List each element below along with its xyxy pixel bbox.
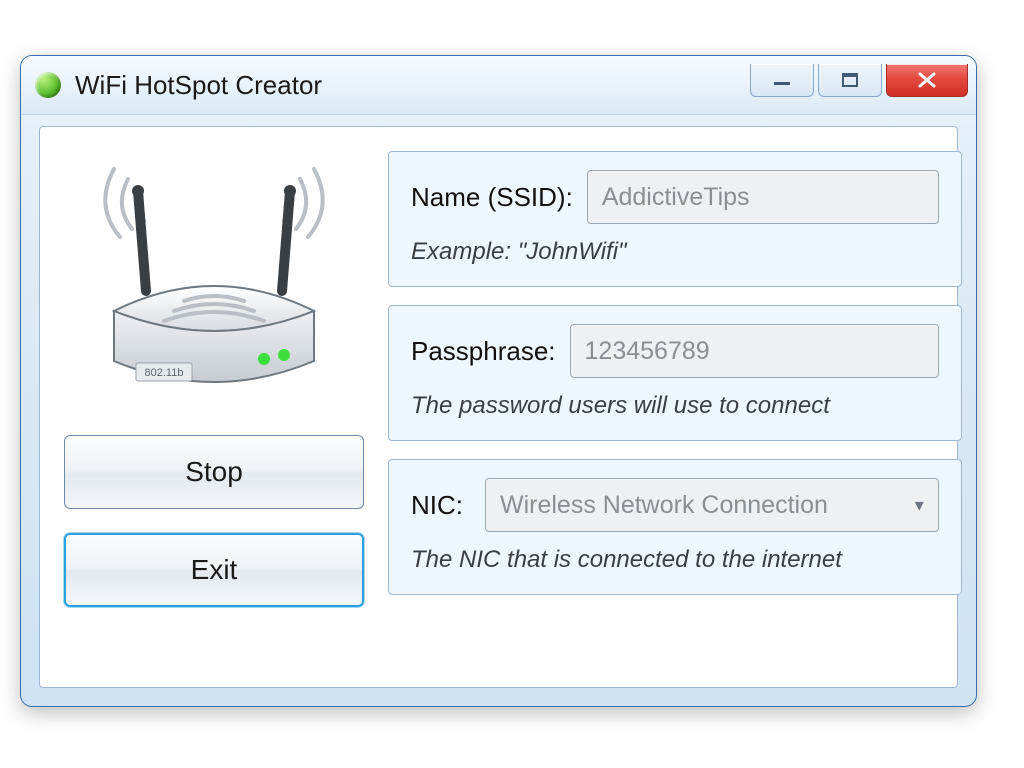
maximize-button[interactable]	[818, 64, 882, 97]
router-icon: 802.11b	[74, 151, 354, 411]
passphrase-input[interactable]	[570, 324, 939, 378]
close-button[interactable]	[886, 64, 968, 97]
stop-button[interactable]: Stop	[64, 435, 364, 509]
close-icon	[915, 72, 939, 88]
nic-label: NIC:	[411, 490, 471, 521]
window-title: WiFi HotSpot Creator	[75, 70, 750, 101]
client-area: 802.11b Stop Exit Name (SSID): Example: …	[39, 126, 958, 688]
chevron-down-icon: ▾	[915, 495, 924, 516]
titlebar[interactable]: WiFi HotSpot Creator	[21, 56, 976, 115]
exit-button[interactable]: Exit	[64, 533, 364, 607]
ssid-hint: Example: "JohnWifi"	[411, 238, 939, 266]
app-icon	[35, 72, 61, 98]
nic-select[interactable]: Wireless Network Connection ▾	[485, 478, 939, 532]
minimize-icon	[771, 73, 793, 87]
window-controls	[750, 64, 968, 97]
nic-panel: NIC: Wireless Network Connection ▾ The N…	[388, 459, 962, 595]
maximize-icon	[839, 72, 861, 88]
ssid-panel: Name (SSID): Example: "JohnWifi"	[388, 151, 962, 287]
app-window: WiFi HotSpot Creator	[20, 55, 977, 707]
nic-hint: The NIC that is connected to the interne…	[411, 546, 939, 574]
passphrase-panel: Passphrase: The password users will use …	[388, 305, 962, 441]
passphrase-hint: The password users will use to connect	[411, 392, 939, 420]
passphrase-label: Passphrase:	[411, 336, 556, 367]
left-column: 802.11b Stop Exit	[64, 151, 364, 663]
minimize-button[interactable]	[750, 64, 814, 97]
nic-selected-value: Wireless Network Connection	[500, 491, 828, 520]
ssid-label: Name (SSID):	[411, 182, 573, 213]
router-label: 802.11b	[145, 367, 184, 379]
right-column: Name (SSID): Example: "JohnWifi" Passphr…	[388, 151, 962, 663]
ssid-input[interactable]	[587, 170, 939, 224]
